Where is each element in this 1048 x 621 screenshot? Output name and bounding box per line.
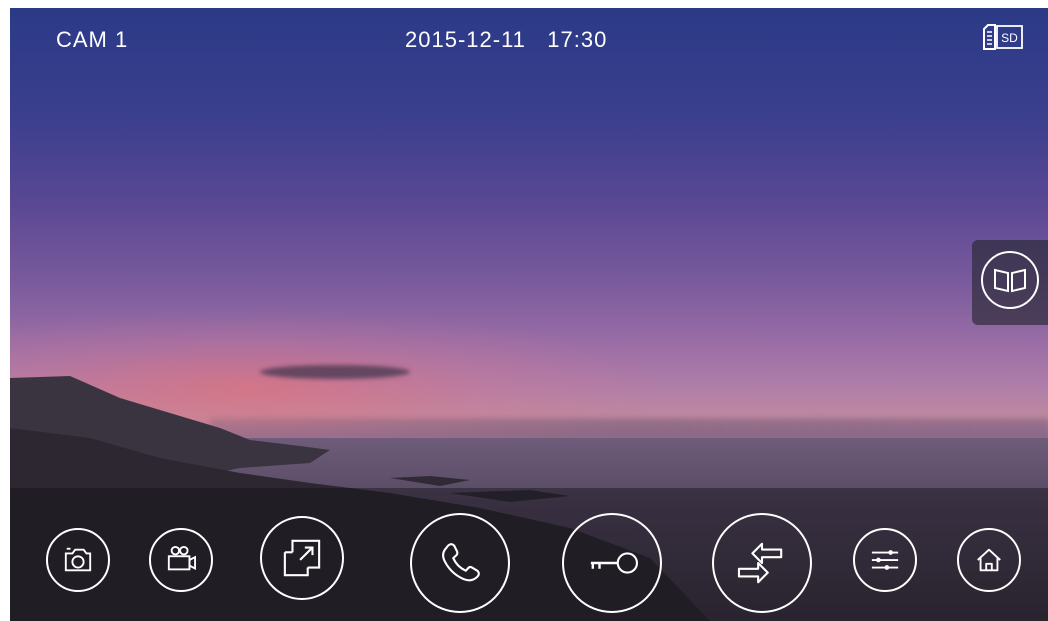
key-icon: [590, 552, 639, 574]
camera-label: CAM 1: [56, 27, 129, 52]
snapshot-button[interactable]: [46, 528, 110, 592]
sd-card-icon: SD: [983, 24, 1023, 50]
home-button[interactable]: [957, 528, 1021, 592]
talk-button[interactable]: [410, 513, 510, 613]
home-icon: [977, 548, 1001, 572]
datetime: 2015-12-11 17:30: [405, 27, 607, 53]
camera-icon: [64, 547, 92, 572]
record-button[interactable]: [149, 528, 213, 592]
transfer-button[interactable]: [712, 513, 812, 613]
sd-text: SD: [1001, 31, 1018, 45]
sliders-icon: [871, 550, 899, 570]
date-text: 2015-12-11: [405, 27, 526, 52]
sd-card-badge: SD: [982, 23, 1024, 51]
video-camera-icon: [167, 545, 196, 571]
expand-window-icon: [283, 539, 321, 577]
camera-view: CAM 1 2015-12-11 17:30 SD: [10, 8, 1048, 621]
unlock-button[interactable]: [562, 513, 662, 613]
fullscreen-button[interactable]: [260, 516, 344, 600]
phone-icon: [442, 543, 480, 582]
book-icon: [994, 268, 1026, 293]
time-text: 17:30: [547, 27, 608, 52]
side-panel: [972, 240, 1048, 325]
settings-button[interactable]: [853, 528, 917, 592]
switch-arrows-icon: [737, 542, 783, 584]
phonebook-button[interactable]: [981, 251, 1039, 309]
bottom-toolbar: [10, 488, 1048, 621]
